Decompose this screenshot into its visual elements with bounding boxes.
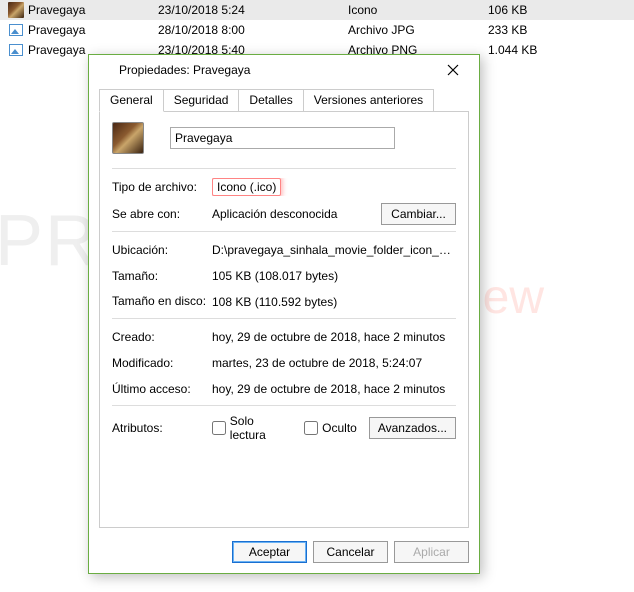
tab-panel-general: Tipo de archivo: Icono (.ico) Se abre co… <box>99 111 469 528</box>
tab-details[interactable]: Detalles <box>238 89 303 112</box>
filename-input[interactable] <box>170 127 395 149</box>
file-type: Icono <box>348 3 488 17</box>
accessed-value: hoy, 29 de octubre de 2018, hace 2 minut… <box>212 382 456 396</box>
hidden-checkbox[interactable]: Oculto <box>304 421 357 435</box>
cancel-button[interactable]: Cancelar <box>313 541 388 563</box>
file-size: 1.044 KB <box>488 43 588 57</box>
dialog-title: Propiedades: Pravegaya <box>119 63 433 77</box>
modified-label: Modificado: <box>112 356 212 370</box>
opens-with-label: Se abre con: <box>112 207 212 221</box>
properties-dialog: Propiedades: Pravegaya General Seguridad… <box>88 54 480 574</box>
dialog-icon <box>97 62 113 78</box>
created-value: hoy, 29 de octubre de 2018, hace 2 minut… <box>212 330 456 344</box>
ico-file-icon <box>8 2 24 18</box>
readonly-checkbox[interactable]: Solo lectura <box>212 414 292 442</box>
dialog-buttons: Aceptar Cancelar Aplicar <box>89 535 479 573</box>
size-on-disk-value: 108 KB (110.592 bytes) <box>212 295 456 309</box>
apply-button[interactable]: Aplicar <box>394 541 469 563</box>
tab-strip: General Seguridad Detalles Versiones ant… <box>99 89 469 112</box>
size-on-disk-label: Tamaño en disco: <box>112 295 212 308</box>
picture-icon <box>8 42 24 58</box>
file-name: Pravegaya <box>28 3 158 17</box>
tab-security[interactable]: Seguridad <box>163 89 240 112</box>
filetype-value: Icono (.ico) <box>212 178 456 196</box>
file-big-icon <box>112 122 144 154</box>
file-size: 106 KB <box>488 3 588 17</box>
size-label: Tamaño: <box>112 269 212 283</box>
separator <box>112 168 456 169</box>
close-icon[interactable] <box>433 56 473 84</box>
location-label: Ubicación: <box>112 243 212 257</box>
picture-icon <box>8 22 24 38</box>
created-label: Creado: <box>112 330 212 344</box>
file-date: 23/10/2018 5:24 <box>158 3 348 17</box>
titlebar[interactable]: Propiedades: Pravegaya <box>89 55 479 85</box>
opens-with-value: Aplicación desconocida <box>212 207 381 221</box>
filetype-label: Tipo de archivo: <box>112 180 212 194</box>
accessed-label: Último acceso: <box>112 382 212 396</box>
modified-value: martes, 23 de octubre de 2018, 5:24:07 <box>212 356 456 370</box>
change-button[interactable]: Cambiar... <box>381 203 456 225</box>
attributes-label: Atributos: <box>112 421 212 435</box>
tab-previous-versions[interactable]: Versiones anteriores <box>303 89 434 112</box>
file-list: Pravegaya 23/10/2018 5:24 Icono 106 KB P… <box>0 0 634 60</box>
file-size: 233 KB <box>488 23 588 37</box>
size-value: 105 KB (108.017 bytes) <box>212 269 456 283</box>
ok-button[interactable]: Aceptar <box>232 541 307 563</box>
tab-general[interactable]: General <box>99 89 164 112</box>
file-type: Archivo JPG <box>348 23 488 37</box>
file-name: Pravegaya <box>28 23 158 37</box>
file-date: 28/10/2018 8:00 <box>158 23 348 37</box>
separator <box>112 318 456 319</box>
advanced-button[interactable]: Avanzados... <box>369 417 456 439</box>
list-item[interactable]: Pravegaya 23/10/2018 5:24 Icono 106 KB <box>0 0 634 20</box>
separator <box>112 405 456 406</box>
separator <box>112 231 456 232</box>
location-value: D:\pravegaya_sinhala_movie_folder_icon_b… <box>212 243 456 257</box>
list-item[interactable]: Pravegaya 28/10/2018 8:00 Archivo JPG 23… <box>0 20 634 40</box>
